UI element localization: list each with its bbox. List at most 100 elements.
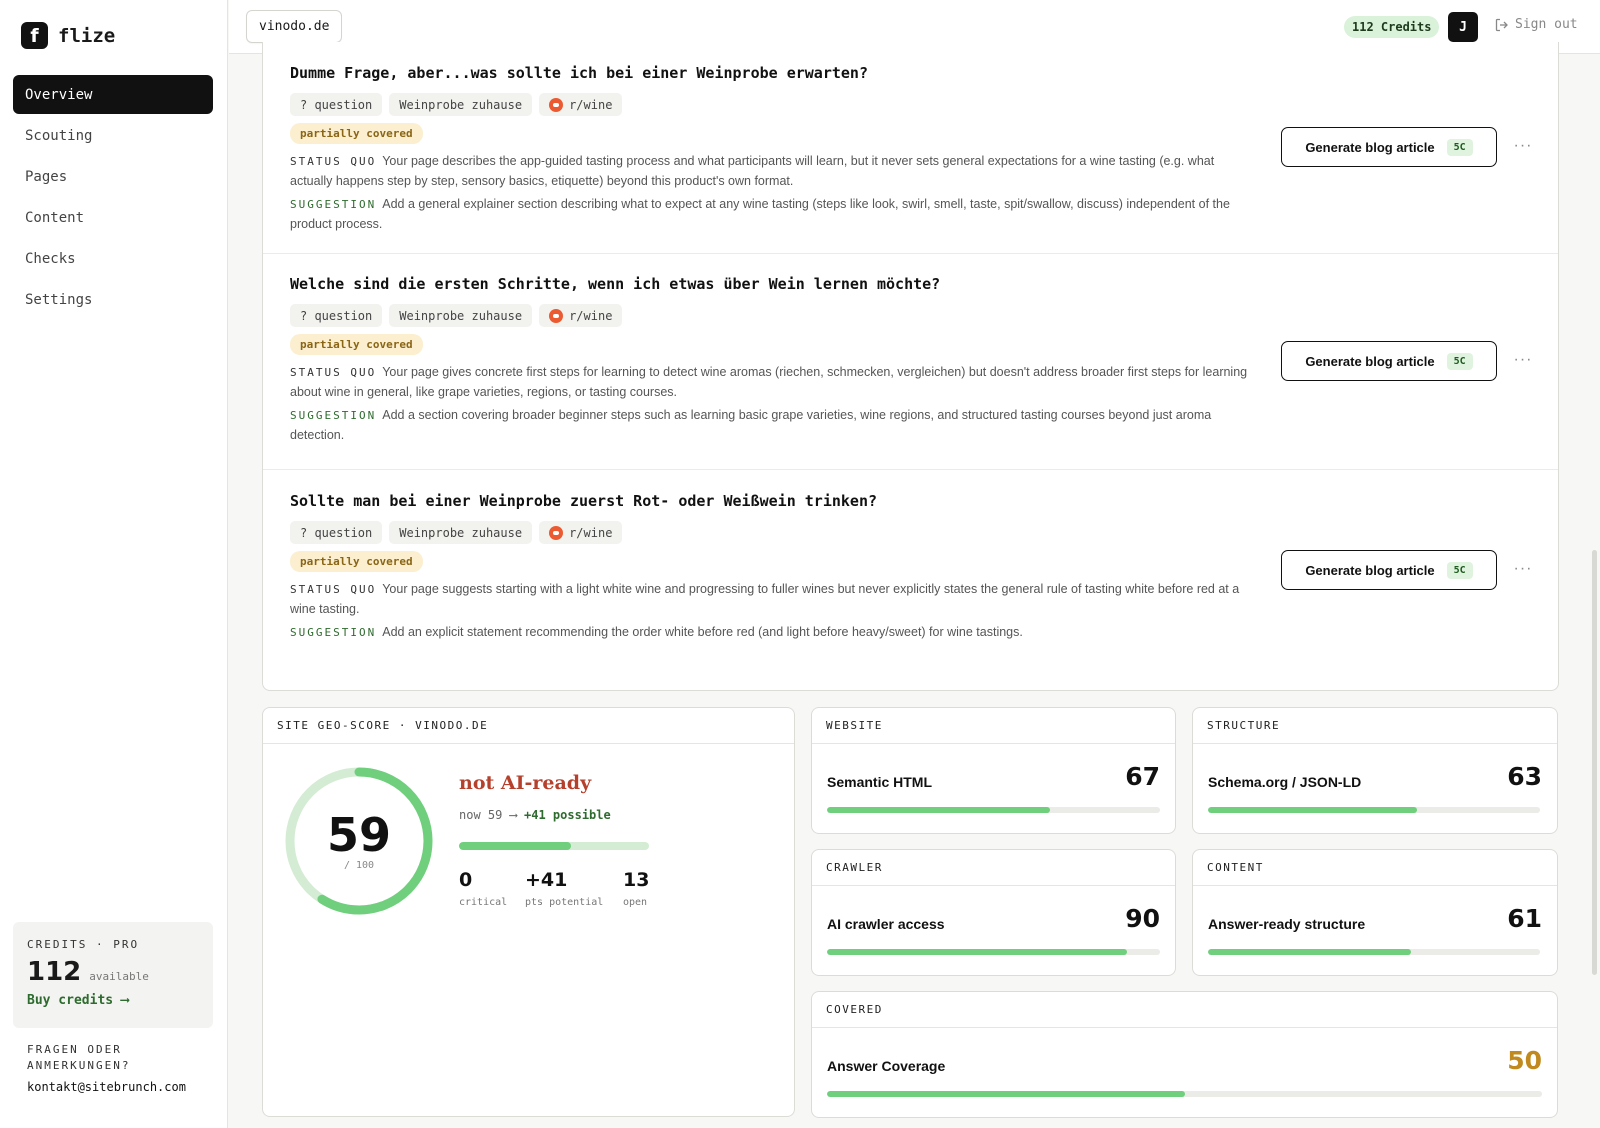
stat-critical-label: critical — [459, 897, 508, 908]
metric-header: WEBSITE — [812, 708, 1175, 744]
sidebar: f flize Overview Scouting Pages Content … — [0, 0, 228, 1128]
sign-out-icon — [1495, 18, 1508, 31]
tag-topic: Weinprobe zuhause — [389, 304, 533, 327]
suggestion-label: SUGGESTION — [290, 409, 377, 422]
question-item: Dumme Frage, aber...was sollte ich bei e… — [263, 42, 1558, 254]
suggestion-text: SUGGESTION Add a general explainer sectio… — [290, 195, 1258, 233]
stat-critical-value: 0 — [459, 869, 473, 891]
metric-bar — [827, 949, 1160, 955]
tag-type: ? question — [290, 521, 383, 544]
status-quo-label: STATUS QUO — [290, 155, 377, 168]
reddit-icon — [549, 97, 564, 112]
status-quo-body: Your page describes the app-guided tasti… — [290, 154, 1215, 188]
ai-readiness-verdict: not AI-ready — [459, 772, 592, 794]
sidebar-item-settings[interactable]: Settings — [13, 280, 213, 319]
suggestion-label: SUGGESTION — [290, 626, 377, 639]
suggestion-label: SUGGESTION — [290, 198, 377, 211]
question-title: Dumme Frage, aber...was sollte ich bei e… — [290, 64, 868, 82]
site-selector[interactable]: vinodo.de — [246, 10, 343, 43]
suggestion-text: SUGGESTION Add an explicit statement reco… — [290, 623, 1258, 643]
metric-bar — [827, 1091, 1542, 1097]
sidebar-nav: Overview Scouting Pages Content Checks S… — [13, 75, 213, 321]
metric-bar — [1208, 949, 1540, 955]
metric-name: Answer-ready structure — [1208, 916, 1366, 932]
geo-score-value: 59 — [326, 808, 391, 862]
avatar[interactable]: J — [1448, 12, 1478, 42]
more-options-icon[interactable]: ··· — [1513, 138, 1533, 160]
metric-card-structure: STRUCTURE Schema.org / JSON-LD 63 — [1192, 707, 1558, 834]
sign-out-label: Sign out — [1515, 17, 1578, 32]
sidebar-item-pages[interactable]: Pages — [13, 157, 213, 196]
metric-value: 67 — [1125, 762, 1160, 791]
status-quo-body: Your page gives concrete first steps for… — [290, 365, 1248, 399]
reddit-icon — [549, 308, 564, 323]
geo-score-max: / 100 — [343, 860, 375, 871]
suggestion-body: Add an explicit statement recommending t… — [382, 625, 1023, 639]
geo-score-header: SITE GEO-SCORE · VINODO.DE — [263, 708, 794, 744]
metric-card-content: CONTENT Answer-ready structure 61 — [1192, 849, 1558, 976]
stat-open: 13 open — [623, 869, 649, 908]
status-quo-text: STATUS QUO Your page suggests starting wi… — [290, 580, 1258, 618]
more-options-icon[interactable]: ··· — [1513, 352, 1533, 374]
metric-bar — [1208, 807, 1540, 813]
credits-label: CREDITS · PRO — [27, 938, 140, 951]
generate-blog-article-button[interactable]: Generate blog article 5C — [1281, 341, 1497, 381]
status-quo-label: STATUS QUO — [290, 583, 377, 596]
metric-bar-fill — [827, 807, 1051, 813]
geo-progress-bar — [459, 842, 649, 850]
generate-label: Generate blog article — [1305, 353, 1435, 369]
sidebar-item-checks[interactable]: Checks — [13, 239, 213, 278]
metric-bar-fill — [827, 1091, 1185, 1097]
buy-credits-link[interactable]: Buy credits ⟶ — [27, 993, 199, 1008]
metric-card-covered: COVERED Answer Coverage 50 — [811, 991, 1558, 1118]
sidebar-item-scouting[interactable]: Scouting — [13, 116, 213, 155]
suggestion-body: Add a section covering broader beginner … — [290, 408, 1212, 442]
generate-blog-article-button[interactable]: Generate blog article 5C — [1281, 127, 1497, 167]
question-title: Welche sind die ersten Schritte, wenn ic… — [290, 275, 941, 293]
metric-card-crawler: CRAWLER AI crawler access 90 — [811, 849, 1176, 976]
credits-panel: CREDITS · PRO 112 available Buy credits … — [13, 922, 213, 1028]
credits-available-label: available — [89, 970, 149, 983]
metric-header: COVERED — [812, 992, 1557, 1028]
status-quo-text: STATUS QUO Your page gives concrete first… — [290, 363, 1258, 401]
reddit-icon — [549, 525, 564, 540]
status-badge: partially covered — [290, 551, 423, 572]
contact-email-link[interactable]: kontakt@sitebrunch.com — [27, 1080, 186, 1094]
metric-name: AI crawler access — [827, 916, 945, 932]
suggestion-body: Add a general explainer section describi… — [290, 197, 1230, 231]
app-logo[interactable]: f flize — [21, 22, 115, 49]
status-badge: partially covered — [290, 334, 423, 355]
metric-value: 50 — [1507, 1046, 1542, 1075]
credits-badge: 112 Credits — [1344, 16, 1440, 38]
status-quo-label: STATUS QUO — [290, 366, 377, 379]
cost-badge: 5C — [1446, 138, 1473, 156]
status-quo-body: Your page suggests starting with a light… — [290, 582, 1240, 616]
cost-badge: 5C — [1446, 352, 1473, 370]
page-scrollbar[interactable] — [1592, 550, 1597, 975]
metric-header: CONTENT — [1193, 850, 1557, 886]
cost-badge: 5C — [1446, 561, 1473, 579]
generate-label: Generate blog article — [1305, 139, 1435, 155]
sidebar-item-overview[interactable]: Overview — [13, 75, 213, 114]
suggestion-text: SUGGESTION Add a section covering broader… — [290, 406, 1258, 444]
app-name: flize — [58, 24, 116, 47]
logo-icon: f — [21, 22, 48, 49]
tag-topic: Weinprobe zuhause — [389, 93, 533, 116]
stat-potential: +41 pts potential — [525, 869, 603, 908]
question-item: Welche sind die ersten Schritte, wenn ic… — [263, 254, 1558, 470]
metric-name: Answer Coverage — [827, 1058, 946, 1074]
sign-out-button[interactable]: Sign out — [1495, 17, 1578, 32]
current-score-label: now 59 ⟶ — [459, 808, 517, 822]
more-options-icon[interactable]: ··· — [1513, 561, 1533, 583]
metric-bar-fill — [827, 949, 1127, 955]
metric-name: Schema.org / JSON-LD — [1208, 774, 1362, 790]
generate-blog-article-button[interactable]: Generate blog article 5C — [1281, 550, 1497, 590]
metric-bar-fill — [1208, 807, 1418, 813]
question-tags: ? question Weinprobe zuhause r/wine — [290, 521, 623, 544]
metric-value: 63 — [1507, 762, 1542, 791]
question-item: Sollte man bei einer Weinprobe zuerst Ro… — [263, 470, 1558, 689]
metric-card-website: WEBSITE Semantic HTML 67 — [811, 707, 1176, 834]
tag-source-label: r/wine — [569, 308, 613, 323]
sidebar-item-content[interactable]: Content — [13, 198, 213, 237]
stat-open-label: open — [623, 897, 648, 908]
